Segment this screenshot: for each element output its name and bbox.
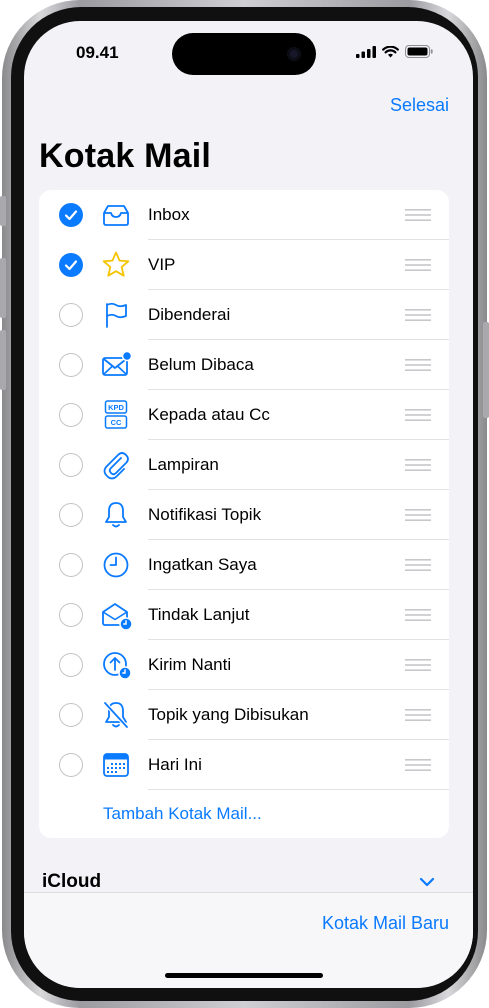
svg-text:KPD: KPD — [108, 403, 124, 412]
mailbox-row-follow-up[interactable]: Tindak Lanjut — [39, 590, 449, 640]
reorder-grip-icon[interactable] — [405, 609, 431, 621]
home-indicator — [165, 973, 323, 978]
mailbox-row-flagged[interactable]: Dibenderai — [39, 290, 449, 340]
reorder-grip-icon[interactable] — [405, 209, 431, 221]
muted-bell-icon — [103, 701, 129, 729]
reorder-grip-icon[interactable] — [405, 459, 431, 471]
checkbox-unselected[interactable] — [59, 453, 83, 477]
checkbox-unselected[interactable] — [59, 703, 83, 727]
unread-envelope-icon — [102, 350, 132, 376]
mailbox-row-vip[interactable]: VIP — [39, 240, 449, 290]
paperclip-icon — [103, 452, 129, 480]
reorder-grip-icon[interactable] — [405, 359, 431, 371]
star-icon — [102, 251, 130, 277]
reorder-grip-icon[interactable] — [405, 509, 431, 521]
checkbox-unselected[interactable] — [59, 603, 83, 627]
reorder-grip-icon[interactable] — [405, 409, 431, 421]
inbox-tray-icon — [103, 205, 129, 226]
side-button — [483, 322, 489, 418]
reorder-grip-icon[interactable] — [405, 259, 431, 271]
done-button[interactable]: Selesai — [390, 95, 449, 116]
mailbox-row-muted-threads[interactable]: Topik yang Dibisukan — [39, 690, 449, 740]
svg-text:CC: CC — [111, 418, 122, 427]
checkbox-unselected[interactable] — [59, 753, 83, 777]
bell-icon — [105, 502, 127, 528]
screen: 09.41 Selesai Kotak Mail Inbox VIP Diben… — [24, 21, 473, 988]
flag-icon — [106, 302, 127, 328]
mailbox-label: Ingatkan Saya — [148, 555, 257, 574]
front-camera — [287, 47, 301, 61]
mailbox-label: Dibenderai — [148, 305, 231, 324]
dynamic-island — [172, 33, 316, 75]
bottom-toolbar: Kotak Mail Baru — [24, 892, 473, 988]
reorder-grip-icon[interactable] — [405, 309, 431, 321]
checkmark-selected-icon[interactable] — [59, 253, 83, 277]
checkbox-unselected[interactable] — [59, 653, 83, 677]
wifi-icon — [382, 45, 399, 57]
checkmark-selected-icon[interactable] — [59, 203, 83, 227]
mailbox-label: Inbox — [148, 205, 190, 224]
add-mailbox-link[interactable]: Tambah Kotak Mail... — [103, 804, 262, 824]
mailbox-row-to-cc[interactable]: KPD CC Kepada atau Cc — [39, 390, 449, 440]
mailbox-row-thread-notifications[interactable]: Notifikasi Topik — [39, 490, 449, 540]
chevron-down-icon[interactable] — [419, 877, 435, 887]
send-later-icon — [103, 652, 132, 680]
mailbox-label: Kepada atau Cc — [148, 405, 270, 424]
volume-up-button — [0, 258, 6, 318]
calendar-icon — [103, 753, 129, 777]
checkbox-unselected[interactable] — [59, 353, 83, 377]
mailbox-label: Tindak Lanjut — [148, 605, 250, 624]
account-section-header[interactable]: iCloud — [42, 871, 101, 893]
checkbox-unselected[interactable] — [59, 303, 83, 327]
reorder-grip-icon[interactable] — [405, 559, 431, 571]
checkbox-unselected[interactable] — [59, 503, 83, 527]
clock-icon — [103, 552, 129, 578]
row-separator — [148, 789, 449, 790]
envelope-follow-up-icon — [102, 603, 132, 631]
new-mailbox-button[interactable]: Kotak Mail Baru — [322, 913, 449, 934]
mailbox-row-remind-me[interactable]: Ingatkan Saya — [39, 540, 449, 590]
mailbox-label: Belum Dibaca — [148, 355, 254, 374]
mailbox-row-inbox[interactable]: Inbox — [39, 190, 449, 240]
mailbox-row-attachments[interactable]: Lampiran — [39, 440, 449, 490]
status-icons — [356, 45, 433, 58]
mailbox-label: Lampiran — [148, 455, 219, 474]
reorder-grip-icon[interactable] — [405, 759, 431, 771]
action-button — [0, 196, 6, 226]
reorder-grip-icon[interactable] — [405, 709, 431, 721]
mailbox-label: Kirim Nanti — [148, 655, 232, 674]
to-cc-icon: KPD CC — [104, 400, 128, 429]
mailbox-row-today[interactable]: Hari Ini — [39, 740, 449, 790]
cellular-signal-icon — [356, 45, 376, 58]
mailbox-label: Hari Ini — [148, 755, 202, 774]
checkbox-unselected[interactable] — [59, 553, 83, 577]
mailbox-label: Notifikasi Topik — [148, 505, 262, 524]
mailbox-list: Inbox VIP Dibenderai Belum Dibaca KPD CC… — [39, 190, 449, 838]
mailbox-label: Topik yang Dibisukan — [148, 705, 309, 724]
mailbox-row-unread[interactable]: Belum Dibaca — [39, 340, 449, 390]
status-time: 09.41 — [76, 43, 119, 62]
mailbox-label: VIP — [148, 255, 176, 274]
mailbox-row-send-later[interactable]: Kirim Nanti — [39, 640, 449, 690]
page-title: Kotak Mail — [39, 137, 212, 175]
reorder-grip-icon[interactable] — [405, 659, 431, 671]
checkbox-unselected[interactable] — [59, 403, 83, 427]
battery-icon — [405, 45, 433, 58]
volume-down-button — [0, 330, 6, 390]
